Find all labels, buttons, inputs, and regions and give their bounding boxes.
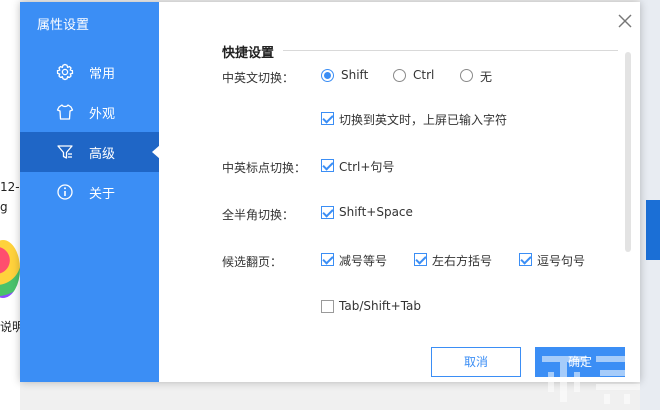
width-switch-label: 全半角切换： (222, 208, 295, 222)
gear-icon (56, 63, 74, 81)
funnel-icon (57, 145, 73, 159)
sidebar: 属性设置 常用 外观 高级 关于 (20, 2, 160, 382)
section-divider (283, 50, 618, 51)
radio-button[interactable] (393, 69, 406, 82)
checkbox[interactable] (414, 253, 427, 266)
sidebar-item-label: 常用 (89, 67, 116, 82)
settings-dialog: 属性设置 常用 外观 高级 关于 快捷设置 中英文切换： Shift Ctrl … (20, 2, 640, 382)
scrollbar[interactable] (625, 52, 631, 252)
settings-content: 快捷设置 中英文切换： Shift Ctrl 无 切换到英文时，上屏已输入字符 … (159, 2, 640, 382)
tshirt-icon (56, 104, 74, 120)
radio-button[interactable] (321, 69, 334, 82)
sidebar-item-label: 外观 (89, 107, 116, 122)
background-window-edge (640, 0, 660, 410)
checkbox-label: Shift+Space (339, 205, 413, 219)
radio-label: Shift (341, 68, 369, 82)
sidebar-item-label: 关于 (89, 187, 116, 202)
checkbox-label: Ctrl+句号 (339, 160, 395, 174)
checkbox-label: 逗号句号 (537, 254, 586, 268)
checkbox[interactable] (519, 253, 532, 266)
sidebar-item-about[interactable]: 关于 (20, 172, 159, 212)
checkbox[interactable] (321, 300, 334, 313)
checkbox[interactable] (321, 112, 334, 125)
radio-label: Ctrl (413, 68, 435, 82)
background-text: g (0, 200, 8, 214)
radio-button[interactable] (460, 69, 473, 82)
dialog-title: 属性设置 (37, 18, 90, 33)
cn-en-switch-label: 中英文切换： (222, 71, 295, 85)
checkbox-label: 减号等号 (339, 254, 388, 268)
sidebar-item-appearance[interactable]: 外观 (20, 92, 159, 132)
checkbox[interactable] (321, 253, 334, 266)
info-icon (57, 184, 73, 200)
section-title: 快捷设置 (222, 46, 275, 61)
radio-label: 无 (480, 70, 493, 84)
cancel-button[interactable]: 取消 (431, 347, 521, 377)
checkbox-label: 切换到英文时，上屏已输入字符 (339, 113, 508, 127)
checkbox[interactable] (321, 159, 334, 172)
page-turn-label: 候选翻页： (222, 255, 283, 269)
checkbox[interactable] (321, 206, 334, 219)
checkbox-label: Tab/Shift+Tab (339, 299, 422, 313)
checkbox-label: 左右方括号 (432, 254, 493, 268)
sidebar-item-advanced[interactable]: 高级 (20, 132, 160, 172)
punct-switch-label: 中英标点切换： (222, 161, 307, 175)
watermark-logo (542, 356, 640, 404)
sidebar-item-general[interactable]: 常用 (20, 52, 159, 92)
sidebar-item-label: 高级 (89, 147, 116, 162)
